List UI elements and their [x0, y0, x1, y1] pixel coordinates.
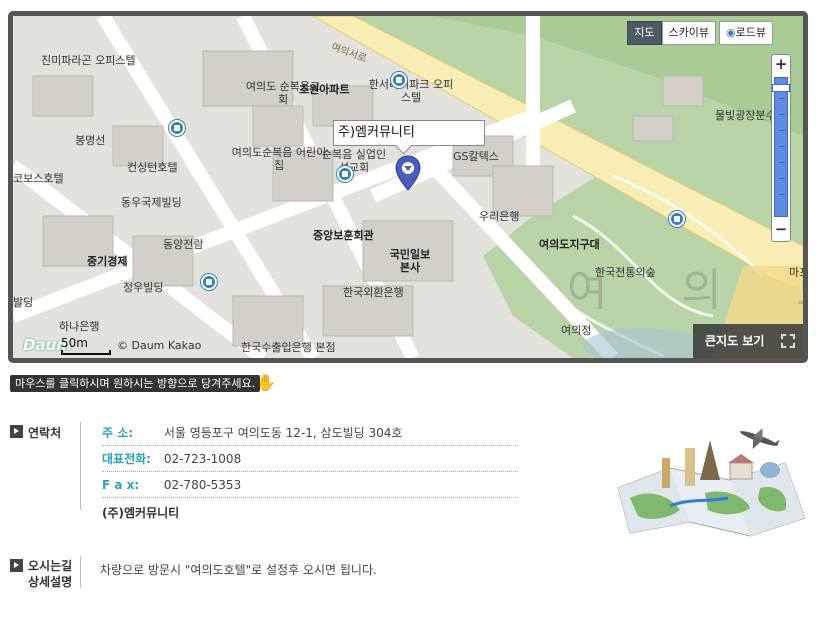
- place-label: 코보스호텔: [13, 172, 64, 185]
- place-label: 우리은행: [479, 210, 520, 223]
- place-label: 여의도지구대: [539, 238, 600, 251]
- contact-section-title: 연락처: [10, 424, 61, 441]
- bus-stop-icon[interactable]: [337, 166, 353, 182]
- place-label: 여의정: [561, 324, 592, 337]
- place-label: 한국수출입은행 본점: [241, 341, 336, 354]
- fax-value: 02-780-5353: [163, 478, 242, 492]
- zoom-slider-handle[interactable]: [772, 83, 790, 92]
- roadview-button[interactable]: ◉로드뷰: [719, 21, 773, 45]
- location-callout: 주)엠커뮤니티: [333, 120, 485, 146]
- place-label: 물빛광장분수: [715, 109, 776, 122]
- map-type-button-map[interactable]: 지도: [627, 21, 662, 45]
- place-label: 진미파라곤 오피스텔: [41, 54, 136, 67]
- bullet-icon: [10, 425, 23, 438]
- place-label: 봉명선: [75, 134, 106, 147]
- directions-section-title: 오시는길 상세설명: [10, 558, 72, 590]
- map-type-control: 지도 스카이뷰 ◉로드뷰: [627, 21, 773, 45]
- zoom-in-button[interactable]: +: [772, 56, 790, 74]
- expand-icon: [781, 334, 795, 348]
- divider: [80, 556, 81, 588]
- map-type-button-skyview[interactable]: 스카이뷰: [661, 21, 717, 45]
- bus-stop-icon[interactable]: [391, 72, 407, 88]
- bus-stop-icon[interactable]: [201, 274, 217, 290]
- place-label: 초원아파트: [299, 83, 350, 96]
- phone-value: 02-723-1008: [163, 452, 242, 466]
- zoom-out-button[interactable]: −: [772, 221, 790, 239]
- place-label: 발딩: [13, 296, 34, 309]
- place-label: 동우국제빌딩: [121, 196, 182, 209]
- zoom-slider-track[interactable]: [774, 77, 788, 217]
- drag-hint: 마우스를 클릭하시며 원하시는 방향으로 당겨주세요.: [10, 375, 261, 392]
- page: 여의서로 진미파라곤 오피스텔 봉명선 컨싱턴호텔 코보스호텔 동우국제빌딩 동…: [0, 0, 819, 617]
- scale-label: 50m: [61, 336, 88, 350]
- address-row: 주 소: 서울 영등포구 여의도동 12-1, 삼도빌딩 304호: [102, 421, 518, 446]
- area-label: 여 의 도: [567, 265, 803, 316]
- copyright: © Daum Kakao: [117, 339, 202, 352]
- place-label: 하나은행: [59, 320, 100, 333]
- place-label: 한서리버파크 오피스텔: [368, 78, 454, 104]
- scale-bar: 50m: [61, 336, 111, 355]
- directions-text: 차량으로 방문시 "여의도호텔"로 설정후 오시면 됩니다.: [100, 563, 377, 577]
- phone-row: 대표전화: 02-723-1008: [102, 447, 518, 472]
- place-label: 중기경제: [87, 255, 128, 268]
- map-frame: 여의서로 진미파라곤 오피스텔 봉명선 컨싱턴호텔 코보스호텔 동우국제빌딩 동…: [8, 11, 808, 363]
- place-label: GS칼텍스: [453, 150, 499, 163]
- hand-cursor-icon: ✋: [256, 373, 276, 392]
- bigmap-button[interactable]: 큰지도 보기: [693, 324, 803, 358]
- fax-row: F a x: 02-780-5353: [102, 473, 518, 498]
- map-view[interactable]: 여의서로 진미파라곤 오피스텔 봉명선 컨싱턴호텔 코보스호텔 동우국제빌딩 동…: [13, 16, 803, 358]
- divider: [80, 422, 81, 510]
- place-label: 동양전람: [163, 238, 204, 251]
- bus-stop-icon[interactable]: [669, 211, 685, 227]
- address-value: 서울 영등포구 여의도동 12-1, 삼도빌딩 304호: [163, 426, 403, 440]
- place-label: 정우빌딩: [123, 281, 164, 294]
- bus-stop-icon[interactable]: [169, 120, 185, 136]
- place-label: 순복음 실업인선교회: [321, 148, 387, 174]
- place-label: 컨싱턴호텔: [127, 161, 178, 174]
- location-pin-icon[interactable]: [395, 155, 421, 191]
- roadview-icon: ◉: [726, 26, 736, 39]
- zoom-control: + −: [771, 54, 791, 242]
- travel-map-illustration: [617, 428, 806, 537]
- place-label: 여의도순복음 어린이집: [231, 146, 327, 172]
- place-label: 국민일보 본사: [389, 248, 431, 274]
- place-label: 중앙보훈회관: [313, 229, 374, 242]
- bullet-icon: [10, 559, 23, 572]
- company-name: (주)엠커뮤니티: [102, 506, 180, 520]
- place-label: 한국외환은행: [343, 286, 404, 299]
